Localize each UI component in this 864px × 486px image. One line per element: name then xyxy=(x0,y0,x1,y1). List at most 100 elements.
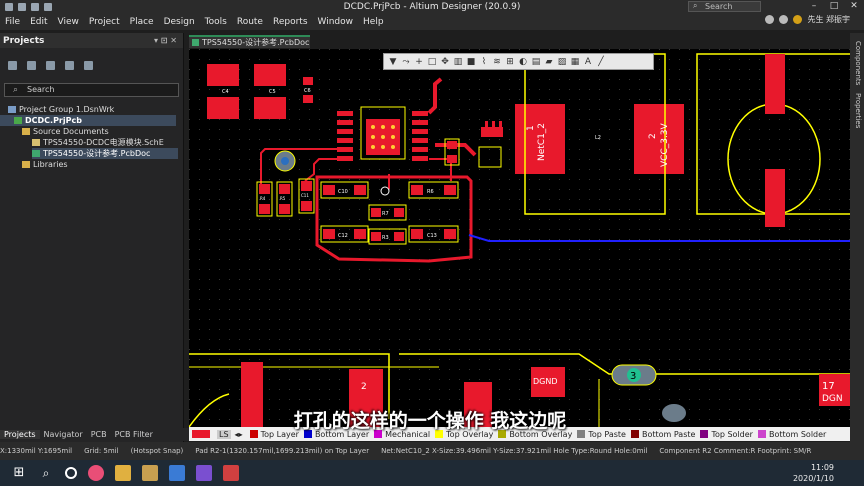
media-icon[interactable] xyxy=(169,465,185,481)
project-search-input[interactable]: ⌕ Search xyxy=(4,83,179,97)
task-view-icon[interactable] xyxy=(65,467,77,479)
user-area: 先生 郑振宇 xyxy=(765,14,850,25)
label-one-a: 1 xyxy=(526,125,536,131)
menu-design[interactable]: Design xyxy=(159,17,200,27)
browser-icon[interactable] xyxy=(88,465,104,481)
measure-icon[interactable]: ▦ xyxy=(570,57,580,67)
save-project-icon[interactable] xyxy=(8,60,17,70)
diff-pair-icon[interactable]: ≋ xyxy=(492,57,502,67)
label-two-b: 2 xyxy=(361,382,367,392)
add-document-icon[interactable] xyxy=(27,60,36,70)
workspace-icon xyxy=(8,106,16,113)
system-clock[interactable]: 11:09 2020/1/10 xyxy=(793,462,834,484)
bus-icon[interactable]: ⊞ xyxy=(505,57,515,67)
menu-edit[interactable]: Edit xyxy=(25,17,52,27)
tree-item-project[interactable]: DCDC.PrjPcb xyxy=(0,115,176,126)
windows-taskbar: ⊞ ⌕ xyxy=(0,460,864,486)
menu-window[interactable]: Window xyxy=(313,17,359,27)
components-panel-tab[interactable]: Components xyxy=(852,41,862,85)
label-c5: C5 xyxy=(269,89,276,95)
add-icon[interactable]: + xyxy=(414,57,424,67)
layer-tab-bottom-paste[interactable]: Bottom Paste xyxy=(642,430,695,439)
label-l2: L2 xyxy=(595,135,601,141)
pcb-canvas[interactable]: C4 C5 C6 R4 R5 C11 C10 R6 R7 C12 R3 C13 … xyxy=(189,49,850,427)
text-icon[interactable]: A xyxy=(583,57,593,67)
tree-item-source-documents[interactable]: Source Documents xyxy=(0,126,183,137)
align-icon[interactable]: ▥ xyxy=(453,57,463,67)
label-c12: C12 xyxy=(338,233,348,239)
label-seventeen: 17 xyxy=(822,381,835,392)
app-icon[interactable] xyxy=(196,465,212,481)
component-icon[interactable]: ■ xyxy=(466,57,476,67)
pad-4 xyxy=(662,404,686,422)
user-name[interactable]: 先生 郑振宇 xyxy=(807,14,850,25)
schematic-doc-icon xyxy=(32,139,40,146)
menu-route[interactable]: Route xyxy=(232,17,268,27)
line-icon[interactable]: ╱ xyxy=(596,57,606,67)
folder-icon xyxy=(22,128,30,135)
label-dgnd: DGND xyxy=(533,377,558,386)
select-rect-icon[interactable]: □ xyxy=(427,57,437,67)
close-icon[interactable]: ✕ xyxy=(845,0,863,13)
route-icon[interactable]: ⤳ xyxy=(401,57,411,67)
tab-projects[interactable]: Projects xyxy=(0,430,40,439)
interactive-route-icon[interactable]: ⌇ xyxy=(479,57,489,67)
panel-controls-icon[interactable]: ▾ ⊡ ✕ xyxy=(154,36,177,45)
layer-tab-top-solder[interactable]: Top Solder xyxy=(711,430,753,439)
gear-icon[interactable] xyxy=(765,15,775,24)
video-subtitle: 打孔的这样的一个操作 我这边呢 xyxy=(293,410,567,432)
minimize-icon[interactable]: – xyxy=(805,0,823,13)
settings-icon[interactable] xyxy=(84,60,93,70)
bell-icon[interactable] xyxy=(779,15,789,24)
fill-icon[interactable]: ▤ xyxy=(531,57,541,67)
menu-view[interactable]: View xyxy=(53,17,84,27)
panel-bottom-tabs: Projects Navigator PCB PCB Filter xyxy=(0,428,190,441)
polygon-icon[interactable]: ▰ xyxy=(544,57,554,67)
properties-panel-tab[interactable]: Properties xyxy=(852,93,862,128)
document-tab[interactable]: TPS54550-设计参考.PcbDoc xyxy=(189,35,310,48)
project-icon xyxy=(14,117,22,124)
current-layer-swatch[interactable] xyxy=(192,430,210,438)
label-c13: C13 xyxy=(427,233,437,239)
status-coords: X:1330mil Y:1695mil xyxy=(0,447,73,455)
menu-project[interactable]: Project xyxy=(84,17,125,27)
avatar[interactable] xyxy=(793,15,803,24)
tree-item-workspace[interactable]: Project Group 1.DsnWrk xyxy=(0,104,183,115)
status-pad: Pad R2-1(1320.157mil,1699.213mil) on Top… xyxy=(195,447,370,455)
tree-item-schematic[interactable]: TPS54550-DCDC电源模块.SchE xyxy=(0,137,183,148)
move-icon[interactable]: ✥ xyxy=(440,57,450,67)
menu-bar: File Edit View Project Place Design Tool… xyxy=(0,13,864,30)
open-folder-icon[interactable] xyxy=(46,60,55,70)
menu-tools[interactable]: Tools xyxy=(200,17,232,27)
label-r4: R4 xyxy=(260,196,266,201)
menu-file[interactable]: File xyxy=(0,17,25,27)
label-two-a: 2 xyxy=(648,133,658,139)
tree-item-libraries[interactable]: Libraries xyxy=(0,159,183,170)
tab-pcb-filter[interactable]: PCB Filter xyxy=(111,430,157,439)
search-input[interactable]: Search xyxy=(688,1,761,12)
tab-pcb[interactable]: PCB xyxy=(87,430,111,439)
pad-c6-b xyxy=(303,95,313,103)
pad-c6-a xyxy=(303,77,313,85)
pad-c5-a xyxy=(254,64,286,86)
status-grid: Grid: 5mil xyxy=(84,447,119,455)
menu-help[interactable]: Help xyxy=(358,17,389,27)
layer-tab-bottom-solder[interactable]: Bottom Solder xyxy=(769,430,826,439)
menu-reports[interactable]: Reports xyxy=(268,17,313,27)
label-c11: C11 xyxy=(301,193,309,198)
file-explorer-icon[interactable] xyxy=(115,465,131,481)
label-c6: C6 xyxy=(304,88,311,94)
recorder-icon[interactable] xyxy=(223,465,239,481)
menu-place[interactable]: Place xyxy=(125,17,159,27)
search-icon[interactable]: ⌕ xyxy=(38,465,54,481)
keepout-icon[interactable]: ▨ xyxy=(557,57,567,67)
tab-navigator[interactable]: Navigator xyxy=(40,430,87,439)
altium-icon[interactable] xyxy=(142,465,158,481)
copy-icon[interactable] xyxy=(65,60,74,70)
maximize-icon[interactable]: □ xyxy=(825,0,843,13)
tree-item-pcb[interactable]: TPS54550-设计参考.PcbDoc xyxy=(32,148,178,159)
filter-icon[interactable]: ▼ xyxy=(388,57,398,67)
via-icon[interactable]: ◐ xyxy=(518,57,528,67)
status-component: Component R2 Comment:R Footprint: SM/R xyxy=(659,447,812,455)
windows-start-icon[interactable]: ⊞ xyxy=(11,465,27,481)
